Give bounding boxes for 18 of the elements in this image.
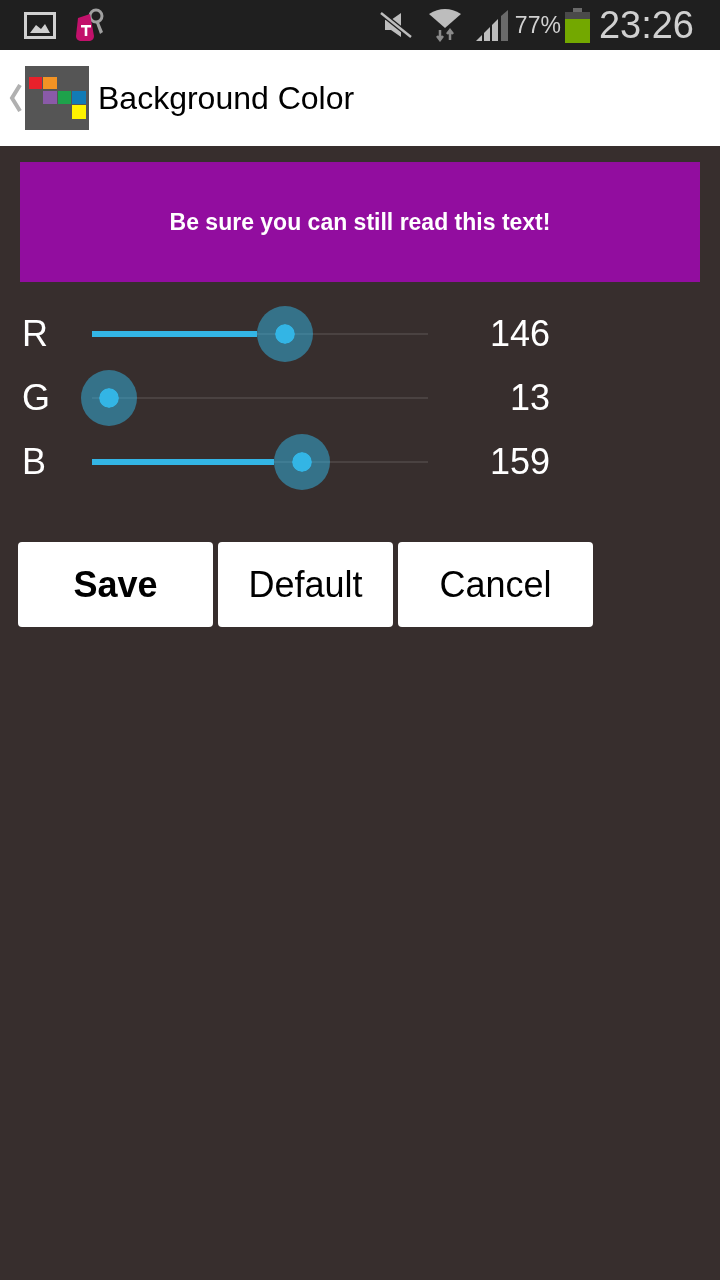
slider-label: B	[22, 442, 47, 482]
dialog-button[interactable]: Cancel	[398, 542, 593, 627]
slider-value: 159	[488, 442, 550, 482]
battery-icon	[564, 7, 590, 43]
screen-title: Background Color	[98, 82, 355, 114]
clock-time: 23:26	[598, 6, 694, 44]
slider-label: R	[22, 314, 49, 354]
mute-icon	[378, 11, 413, 39]
preview-text: Be sure you can still read this text!	[169, 207, 551, 237]
save-button[interactable]: Save	[18, 542, 213, 627]
slider-value: 146	[488, 314, 550, 354]
app-logo-icon[interactable]	[25, 66, 89, 130]
signal-icon	[474, 9, 511, 41]
dialog-button[interactable]: Default	[218, 542, 393, 627]
battery-percent: 77%	[514, 13, 561, 37]
image-icon	[24, 11, 56, 39]
slider-value: 13	[508, 378, 550, 418]
slider-label: G	[22, 378, 51, 418]
